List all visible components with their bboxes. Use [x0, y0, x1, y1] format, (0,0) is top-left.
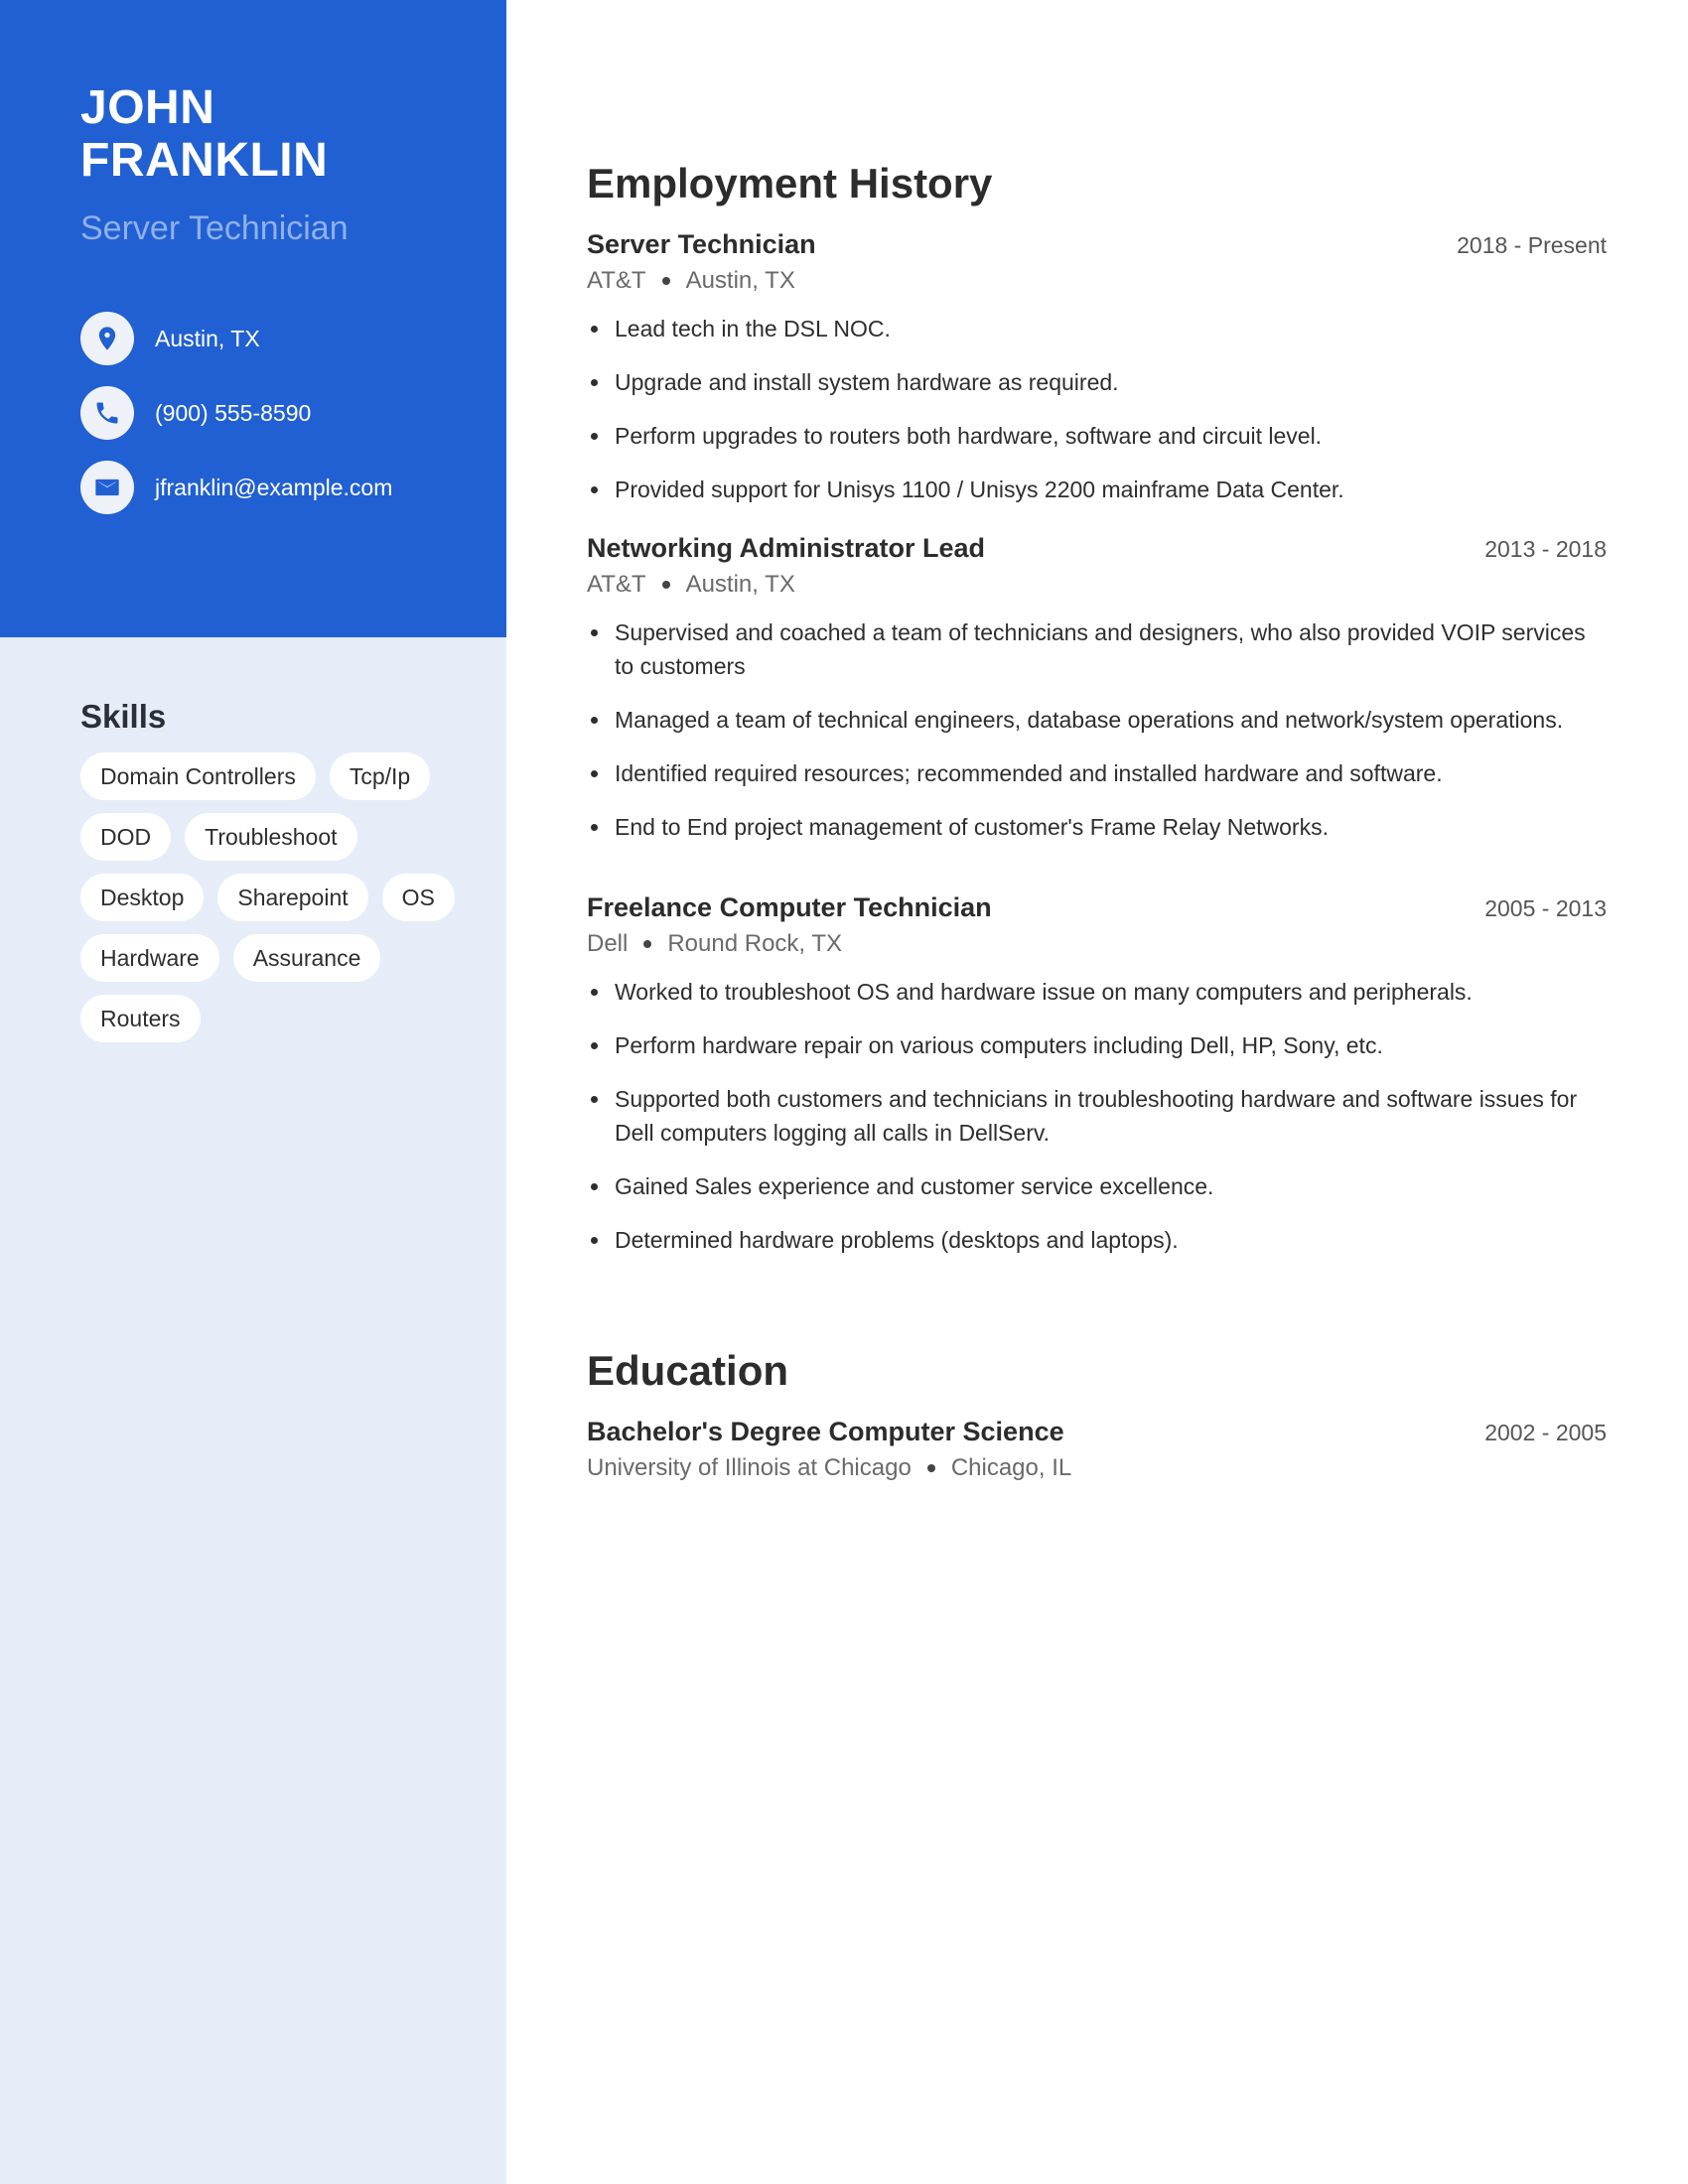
job-bullet: Perform upgrades to routers both hardwar… — [587, 419, 1607, 453]
job-bullet: Supported both customers and technicians… — [587, 1082, 1607, 1150]
job-title: Freelance Computer Technician — [587, 892, 992, 922]
contact-email: jfranklin@example.com — [80, 461, 392, 514]
job-bullet: Upgrade and install system hardware as r… — [587, 365, 1607, 399]
skill-pill: Domain Controllers — [80, 752, 316, 800]
skill-pill: Tcp/Ip — [329, 752, 431, 800]
job-title: Server Technician — [587, 229, 816, 259]
job-bullets: Supervised and coached a team of technic… — [587, 615, 1607, 844]
contact-location-text: Austin, TX — [155, 325, 260, 351]
job-entry: Server Technician 2018 - Present AT&T Au… — [587, 226, 1607, 526]
skill-pill: Routers — [80, 995, 201, 1042]
school-location: Chicago, IL — [950, 1454, 1072, 1481]
skill-pill: Sharepoint — [217, 874, 368, 921]
location-pin-icon — [80, 312, 134, 365]
job-meta: AT&T Austin, TX — [587, 262, 1607, 300]
job-meta: Dell Round Rock, TX — [587, 925, 1607, 963]
skill-pill: Desktop — [80, 874, 205, 921]
separator-dot — [926, 1464, 935, 1472]
job-company: Dell — [587, 930, 629, 957]
contact-email-text: jfranklin@example.com — [155, 474, 393, 500]
skill-pill: Hardware — [80, 934, 219, 982]
job-entry: Networking Administrator Lead 2013 - 201… — [587, 530, 1607, 864]
first-name: JOHN — [80, 81, 215, 134]
job-entry: Freelance Computer Technician 2005 - 201… — [587, 889, 1607, 1277]
job-location: Austin, TX — [685, 571, 795, 598]
phone-icon — [80, 386, 134, 440]
school-name: University of Illinois at Chicago — [587, 1454, 912, 1481]
job-meta: AT&T Austin, TX — [587, 566, 1607, 604]
job-dates: 2013 - 2018 — [1484, 536, 1607, 562]
sidebar-header: JOHN FRANKLIN Server Technician Austin, … — [0, 0, 506, 637]
skill-pill: DOD — [80, 813, 172, 861]
separator-dot — [661, 581, 670, 589]
job-bullet: Supervised and coached a team of technic… — [587, 615, 1607, 683]
job-bullet: Gained Sales experience and customer ser… — [587, 1169, 1607, 1203]
education-meta: University of Illinois at Chicago Chicag… — [587, 1449, 1607, 1487]
job-title: Networking Administrator Lead — [587, 533, 986, 563]
job-company: AT&T — [587, 571, 646, 598]
education-heading: Education — [587, 1347, 789, 1394]
job-bullet: End to End project management of custome… — [587, 810, 1607, 844]
job-bullet: Lead tech in the DSL NOC. — [587, 312, 1607, 345]
job-location: Round Rock, TX — [667, 930, 842, 957]
job-bullet: Managed a team of technical engineers, d… — [587, 703, 1607, 737]
education-entry: Bachelor's Degree Computer Science 2002 … — [587, 1414, 1607, 1487]
skill-pill: Troubleshoot — [185, 813, 357, 861]
job-bullet: Worked to troubleshoot OS and hardware i… — [587, 975, 1607, 1009]
candidate-title: Server Technician — [80, 209, 349, 247]
skill-pill: Assurance — [232, 934, 381, 982]
separator-dot — [661, 277, 670, 285]
education-dates: 2002 - 2005 — [1484, 1420, 1607, 1445]
employment-heading: Employment History — [587, 160, 993, 206]
mail-icon — [80, 461, 134, 514]
job-bullet: Perform hardware repair on various compu… — [587, 1028, 1607, 1062]
job-bullet: Provided support for Unisys 1100 / Unisy… — [587, 473, 1607, 506]
job-company: AT&T — [587, 267, 646, 294]
contact-phone: (900) 555-8590 — [80, 386, 311, 440]
sidebar: JOHN FRANKLIN Server Technician Austin, … — [0, 0, 506, 2184]
job-bullet: Determined hardware problems (desktops a… — [587, 1223, 1607, 1257]
job-bullet: Identified required resources; recommend… — [587, 756, 1607, 790]
job-dates: 2018 - Present — [1457, 232, 1607, 258]
candidate-name: JOHN FRANKLIN — [80, 81, 328, 187]
skills-list: Domain Controllers Tcp/Ip DOD Troublesho… — [80, 752, 478, 1042]
skills-heading: Skills — [80, 698, 167, 735]
job-bullets: Worked to troubleshoot OS and hardware i… — [587, 975, 1607, 1257]
job-dates: 2005 - 2013 — [1484, 895, 1607, 921]
degree-title: Bachelor's Degree Computer Science — [587, 1417, 1064, 1446]
job-location: Austin, TX — [685, 267, 795, 294]
contact-location: Austin, TX — [80, 312, 260, 365]
skill-pill: OS — [381, 874, 455, 921]
contact-phone-text: (900) 555-8590 — [155, 399, 312, 426]
last-name: FRANKLIN — [80, 134, 329, 187]
separator-dot — [643, 940, 652, 948]
job-bullets: Lead tech in the DSL NOC. Upgrade and in… — [587, 312, 1607, 506]
